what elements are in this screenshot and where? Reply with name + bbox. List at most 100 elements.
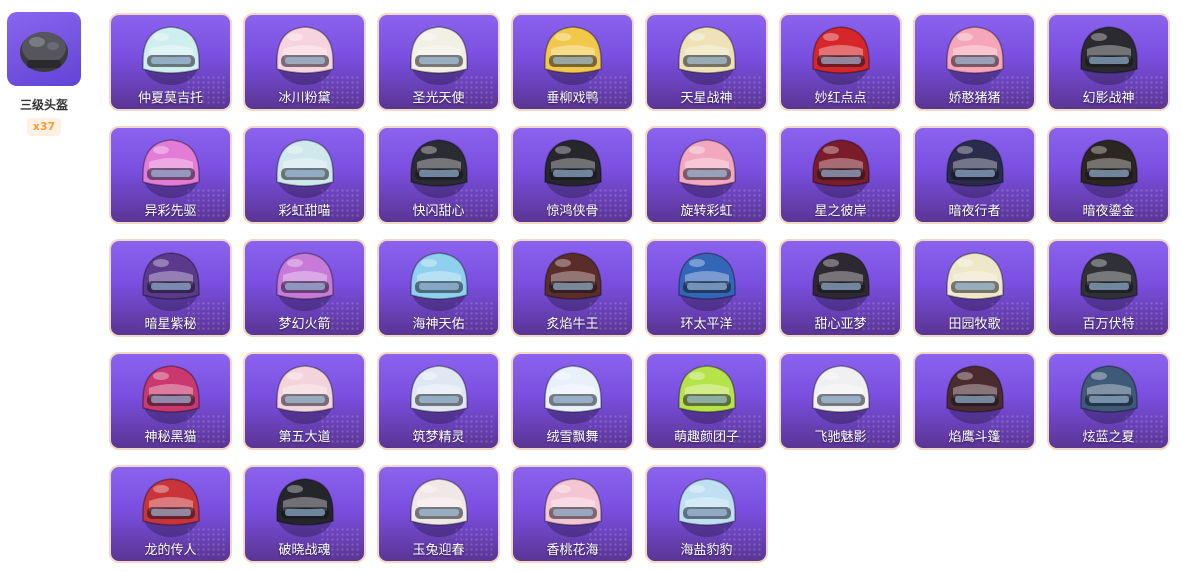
skin-name: 冰川粉黛 bbox=[278, 91, 331, 106]
helmet-icon bbox=[267, 132, 343, 204]
skin-card[interactable]: 破晓战魂 bbox=[243, 465, 366, 563]
skin-card[interactable]: 甜心亚梦 bbox=[779, 239, 902, 337]
skin-card[interactable]: 天星战神 bbox=[645, 13, 768, 111]
skin-card[interactable]: 暗夜行者 bbox=[913, 126, 1036, 224]
helmet-icon bbox=[133, 19, 209, 91]
skin-name: 第五大道 bbox=[278, 430, 331, 445]
skin-name: 香桃花海 bbox=[546, 543, 599, 558]
skin-name: 神秘黑猫 bbox=[144, 430, 197, 445]
skin-card[interactable]: 圣光天使 bbox=[377, 13, 500, 111]
helmet-icon bbox=[267, 245, 343, 317]
helmet-icon bbox=[267, 471, 343, 543]
helmet-icon bbox=[937, 245, 1013, 317]
selected-item-panel: 三级头盔 x37 bbox=[0, 0, 90, 150]
skin-name: 萌趣颜团子 bbox=[673, 430, 739, 445]
skin-card[interactable]: 萌趣颜团子 bbox=[645, 352, 768, 450]
skin-name: 娇憨猪猪 bbox=[948, 91, 1001, 106]
skin-card[interactable]: 星之彼岸 bbox=[779, 126, 902, 224]
skin-card[interactable]: 玉兔迎春 bbox=[377, 465, 500, 563]
skin-name: 龙的传人 bbox=[144, 543, 197, 558]
skin-card[interactable]: 龙的传人 bbox=[109, 465, 232, 563]
skin-card[interactable]: 妙红点点 bbox=[779, 13, 902, 111]
selected-item-title: 三级头盔 bbox=[19, 98, 68, 112]
skin-name: 星之彼岸 bbox=[814, 204, 867, 219]
skin-card[interactable]: 焰鹰斗篷 bbox=[913, 352, 1036, 450]
helmet-icon bbox=[133, 358, 209, 430]
helmet-icon bbox=[803, 19, 879, 91]
skin-card[interactable]: 绒雪飘舞 bbox=[511, 352, 634, 450]
skin-card[interactable]: 仲夏莫吉托 bbox=[109, 13, 232, 111]
helmet-thumbnail[interactable] bbox=[7, 12, 81, 86]
skin-name: 田园牧歌 bbox=[948, 317, 1001, 332]
skin-card[interactable]: 暗夜鎏金 bbox=[1047, 126, 1170, 224]
helmet-icon bbox=[20, 32, 68, 72]
helmet-icon bbox=[669, 358, 745, 430]
helmet-icon bbox=[803, 358, 879, 430]
skin-name: 梦幻火箭 bbox=[278, 317, 331, 332]
skin-card[interactable]: 炙焰牛王 bbox=[511, 239, 634, 337]
skin-name: 幻影战神 bbox=[1082, 91, 1135, 106]
skin-name: 圣光天使 bbox=[412, 91, 465, 106]
skin-card[interactable]: 香桃花海 bbox=[511, 465, 634, 563]
skin-card[interactable]: 幻影战神 bbox=[1047, 13, 1170, 111]
skin-card[interactable]: 田园牧歌 bbox=[913, 239, 1036, 337]
skin-name: 妙红点点 bbox=[814, 91, 867, 106]
helmet-icon bbox=[133, 471, 209, 543]
skin-card[interactable]: 飞驰魅影 bbox=[779, 352, 902, 450]
skin-name: 甜心亚梦 bbox=[814, 317, 867, 332]
helmet-icon bbox=[401, 471, 477, 543]
skin-card[interactable]: 筑梦精灵 bbox=[377, 352, 500, 450]
skin-name: 仲夏莫吉托 bbox=[137, 91, 203, 106]
helmet-icon bbox=[669, 245, 745, 317]
helmet-icon bbox=[803, 245, 879, 317]
skin-card[interactable]: 快闪甜心 bbox=[377, 126, 500, 224]
skin-card[interactable]: 炫蓝之夏 bbox=[1047, 352, 1170, 450]
skin-card[interactable]: 海盐豹豹 bbox=[645, 465, 768, 563]
helmet-icon bbox=[535, 358, 611, 430]
skin-name: 垂柳戏鸭 bbox=[546, 91, 599, 106]
helmet-icon bbox=[937, 19, 1013, 91]
skin-card[interactable]: 异彩先驱 bbox=[109, 126, 232, 224]
skin-card[interactable]: 暗星紫秘 bbox=[109, 239, 232, 337]
skin-card[interactable]: 环太平洋 bbox=[645, 239, 768, 337]
skin-name: 焰鹰斗篷 bbox=[948, 430, 1001, 445]
helmet-icon bbox=[535, 471, 611, 543]
skin-name: 惊鸿侠骨 bbox=[546, 204, 599, 219]
helmet-icon bbox=[133, 132, 209, 204]
helmet-icon bbox=[1071, 358, 1147, 430]
skin-name: 快闪甜心 bbox=[412, 204, 465, 219]
skin-card[interactable]: 垂柳戏鸭 bbox=[511, 13, 634, 111]
skin-name: 筑梦精灵 bbox=[412, 430, 465, 445]
helmet-icon bbox=[1071, 132, 1147, 204]
skin-name: 天星战神 bbox=[680, 91, 733, 106]
helmet-icon bbox=[401, 132, 477, 204]
skin-card[interactable]: 旋转彩虹 bbox=[645, 126, 768, 224]
skin-card[interactable]: 海神天佑 bbox=[377, 239, 500, 337]
skin-card[interactable]: 神秘黑猫 bbox=[109, 352, 232, 450]
skin-name: 环太平洋 bbox=[680, 317, 733, 332]
skin-card[interactable]: 娇憨猪猪 bbox=[913, 13, 1036, 111]
helmet-icon bbox=[669, 132, 745, 204]
helmet-icon bbox=[803, 132, 879, 204]
helmet-icon bbox=[401, 358, 477, 430]
helmet-icon bbox=[401, 19, 477, 91]
helmet-icon bbox=[669, 19, 745, 91]
skin-name: 炙焰牛王 bbox=[546, 317, 599, 332]
skin-card[interactable]: 惊鸿侠骨 bbox=[511, 126, 634, 224]
helmet-icon bbox=[401, 245, 477, 317]
skin-card[interactable]: 百万伏特 bbox=[1047, 239, 1170, 337]
helmet-icon bbox=[1071, 245, 1147, 317]
skin-name: 旋转彩虹 bbox=[680, 204, 733, 219]
skin-name: 异彩先驱 bbox=[144, 204, 197, 219]
helmet-icon bbox=[535, 132, 611, 204]
skin-name: 炫蓝之夏 bbox=[1082, 430, 1135, 445]
skin-card[interactable]: 冰川粉黛 bbox=[243, 13, 366, 111]
skin-name: 暗夜鎏金 bbox=[1082, 204, 1135, 219]
skin-card[interactable]: 梦幻火箭 bbox=[243, 239, 366, 337]
skin-card[interactable]: 第五大道 bbox=[243, 352, 366, 450]
helmet-icon bbox=[267, 358, 343, 430]
skin-name: 暗星紫秘 bbox=[144, 317, 197, 332]
skin-name: 暗夜行者 bbox=[948, 204, 1001, 219]
helmet-icon bbox=[937, 358, 1013, 430]
skin-card[interactable]: 彩虹甜喵 bbox=[243, 126, 366, 224]
